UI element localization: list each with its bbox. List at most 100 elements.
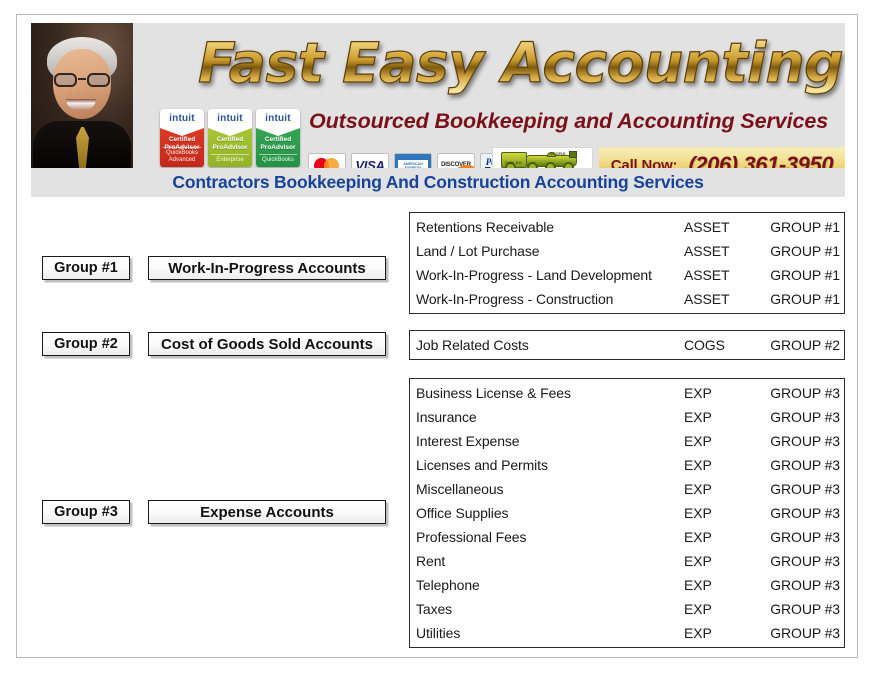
account-type: EXP [684,481,712,497]
badge-product-label: Enterprise [211,154,249,164]
table-row: Retentions Receivable ASSET GROUP #1 [410,215,844,239]
table-row: Licenses and Permits EXP GROUP #3 [410,453,844,477]
account-name: Work-In-Progress - Construction [416,291,614,307]
portrait-photo [31,23,133,168]
account-type: EXP [684,553,712,569]
page-subtitle-bar: Contractors Bookkeeping And Construction… [31,168,845,197]
call-now-bar[interactable]: Call Now: (206) 361-3950 [599,147,845,168]
badge-cert-label: Certified ProAdvisor [260,136,296,151]
account-name: Retentions Receivable [416,219,554,235]
account-group: GROUP #3 [770,625,840,641]
badge-cert-label: Certified ProAdvisor [212,136,248,151]
account-type: EXP [684,385,712,401]
page-root: Fast Easy Accounting intuit Certified Pr… [0,0,875,677]
group-tag-1: Group #1 [42,256,130,280]
account-group: GROUP #2 [770,337,840,353]
account-group: GROUP #3 [770,577,840,593]
group-title-2: Cost of Goods Sold Accounts [148,332,386,356]
page-title: Contractors Bookkeeping And Construction… [172,172,704,192]
account-name: Work-In-Progress - Land Development [416,267,652,283]
account-name: Licenses and Permits [416,457,548,473]
table-row: Telephone EXP GROUP #3 [410,573,844,597]
account-type: EXP [684,625,712,641]
account-group: GROUP #1 [770,267,840,283]
account-type: ASSET [684,243,730,259]
badge-product-label: QuickBooks Advanced [163,147,201,164]
intuit-proadvisor-badge-quickbooks-advanced: intuit Certified ProAdvisor QuickBooks A… [160,109,204,167]
site-banner: Fast Easy Accounting intuit Certified Pr… [31,23,845,168]
account-name: Rent [416,553,446,569]
account-name: Telephone [416,577,480,593]
account-name: Job Related Costs [416,337,529,353]
account-group: GROUP #3 [770,433,840,449]
account-type: EXP [684,529,712,545]
discover-logo: DISCOVER [437,153,475,168]
locomotive-icon: CAN DO PEOPLE [499,151,587,168]
accounts-table-group-2: Job Related Costs COGS GROUP #2 [409,330,845,360]
group-tag-3: Group #3 [42,500,130,524]
payment-methods-row: MasterCard VISA AMERICAN EXPRESS DISCOVE… [308,153,518,168]
account-group: GROUP #3 [770,457,840,473]
call-now-label: Call Now: [610,156,678,169]
account-group: GROUP #3 [770,481,840,497]
table-row: Office Supplies EXP GROUP #3 [410,501,844,525]
train-people-text: PEOPLE [551,152,566,156]
table-row: Rent EXP GROUP #3 [410,549,844,573]
account-group: GROUP #3 [770,505,840,521]
account-name: Insurance [416,409,477,425]
account-type: EXP [684,409,712,425]
account-name: Professional Fees [416,529,527,545]
intuit-logo: intuit [256,109,300,128]
account-type: EXP [684,433,712,449]
table-row: Land / Lot Purchase ASSET GROUP #1 [410,239,844,263]
account-type: EXP [684,601,712,617]
table-row: Miscellaneous EXP GROUP #3 [410,477,844,501]
intuit-logo: intuit [208,109,252,128]
amex-logo: AMERICAN EXPRESS [394,153,432,168]
table-row: Work-In-Progress - Land Development ASSE… [410,263,844,287]
account-name: Land / Lot Purchase [416,243,540,259]
table-row: Business License & Fees EXP GROUP #3 [410,381,844,405]
table-row: Work-In-Progress - Construction ASSET GR… [410,287,844,311]
account-name: Utilities [416,625,461,641]
accounts-table-group-3: Business License & Fees EXP GROUP #3 Ins… [409,378,845,648]
account-group: GROUP #1 [770,243,840,259]
account-group: GROUP #1 [770,219,840,235]
table-row: Job Related Costs COGS GROUP #2 [410,333,844,357]
account-name: Miscellaneous [416,481,504,497]
visa-logo: VISA [351,153,389,168]
intuit-logo: intuit [160,109,204,128]
group-tag-2: Group #2 [42,332,130,356]
table-row: Taxes EXP GROUP #3 [410,597,844,621]
account-type: EXP [684,457,712,473]
account-type: ASSET [684,267,730,283]
company-logo-wordmark: Fast Easy Accounting [159,26,845,100]
table-row: Utilities EXP GROUP #3 [410,621,844,645]
account-name: Business License & Fees [416,385,571,401]
construction-accounting-specialists-logo: CAN DO PEOPLE CONSTRUCTION ACCOUNTING SP… [492,147,593,168]
mastercard-logo: MasterCard [308,153,346,168]
account-group: GROUP #3 [770,385,840,401]
intuit-badge-group: intuit Certified ProAdvisor QuickBooks A… [160,109,300,167]
account-name: Office Supplies [416,505,509,521]
header-tagline: Outsourced Bookkeeping and Accounting Se… [309,109,829,133]
intuit-proadvisor-badge-enterprise: intuit Certified ProAdvisor Enterprise [208,109,252,167]
account-group: GROUP #3 [770,409,840,425]
account-type: EXP [684,505,712,521]
table-row: Insurance EXP GROUP #3 [410,405,844,429]
account-type: EXP [684,577,712,593]
account-type: ASSET [684,219,730,235]
badge-product-label: QuickBooks [259,154,297,164]
account-name: Interest Expense [416,433,520,449]
account-type: ASSET [684,291,730,307]
train-can-do-text: CAN DO [505,160,522,165]
account-group: GROUP #3 [770,529,840,545]
intuit-proadvisor-badge-quickbooks: intuit Certified ProAdvisor QuickBooks [256,109,300,167]
phone-number[interactable]: (206) 361-3950 [688,152,833,168]
account-group: GROUP #3 [770,553,840,569]
account-group: GROUP #3 [770,601,840,617]
accounts-table-group-1: Retentions Receivable ASSET GROUP #1 Lan… [409,212,845,314]
group-title-1: Work-In-Progress Accounts [148,256,386,280]
account-type: COGS [684,337,725,353]
account-name: Taxes [416,601,453,617]
